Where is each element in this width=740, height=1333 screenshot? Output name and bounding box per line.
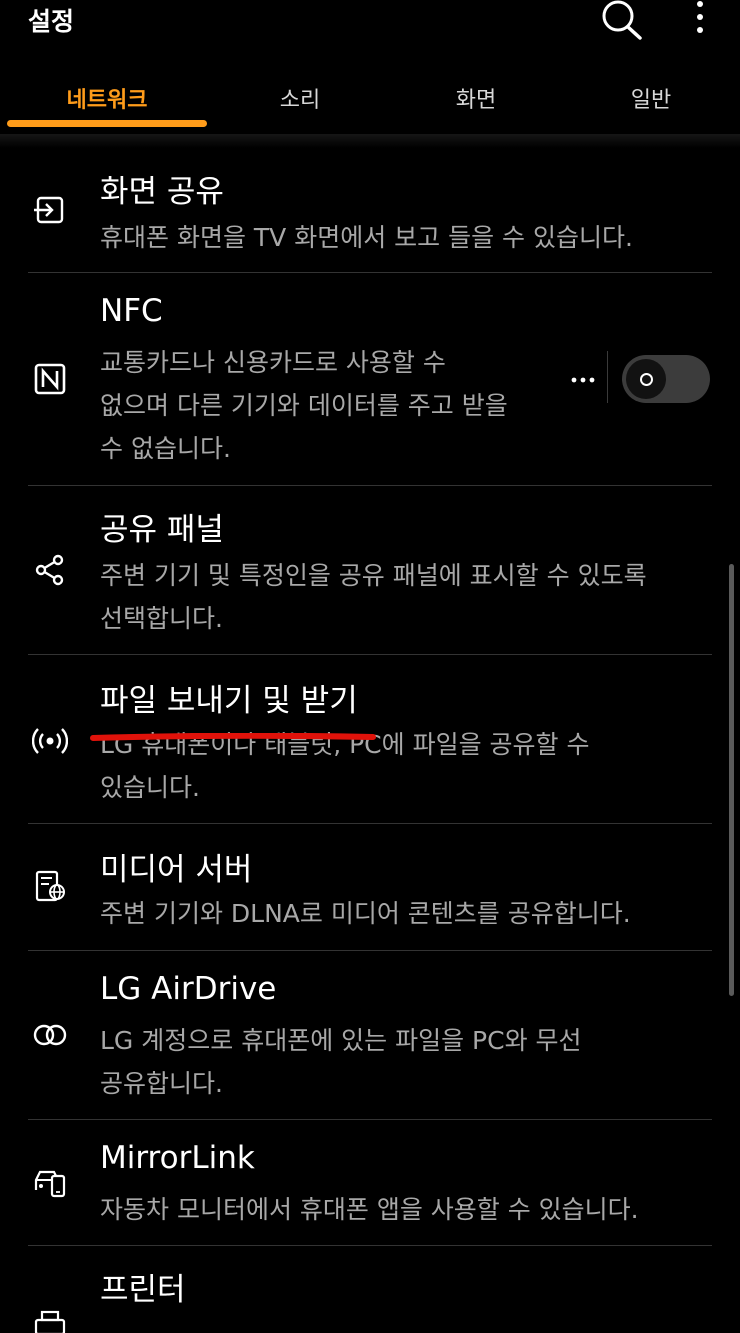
media-server-icon xyxy=(32,868,68,904)
list-item-mirrorlink[interactable]: MirrorLink 자동차 모니터에서 휴대폰 앱을 사용할 수 있습니다. xyxy=(0,1120,740,1245)
red-annotation-underline xyxy=(90,727,376,741)
list-item-nfc[interactable]: NFC 교통카드나 신용카드로 사용할 수 없으며 다른 기기와 데이터를 주고… xyxy=(0,273,740,485)
more-vert-icon[interactable] xyxy=(686,0,714,40)
app-bar: 설정 xyxy=(0,0,740,60)
screen-share-icon xyxy=(32,192,68,228)
wireless-broadcast-icon xyxy=(31,723,69,759)
item-title: 프린터 xyxy=(100,1272,186,1308)
item-desc: 선택합니다. xyxy=(100,604,223,633)
item-desc: 있습니다. xyxy=(100,773,200,802)
item-title: 파일 보내기 및 받기 xyxy=(100,683,358,719)
nfc-switch-area xyxy=(560,351,720,411)
car-phone-icon xyxy=(32,1164,68,1200)
item-title: 화면 공유 xyxy=(100,174,224,210)
item-desc: 자동차 모니터에서 휴대폰 앱을 사용할 수 있습니다. xyxy=(100,1195,639,1224)
tab-network[interactable]: 네트워크 xyxy=(17,82,197,114)
switch-separator xyxy=(607,351,608,403)
nfc-toggle[interactable] xyxy=(622,355,710,403)
item-title: 공유 패널 xyxy=(100,512,224,548)
list-item-lg-airdrive[interactable]: LG AirDrive LG 계정으로 휴대폰에 있는 파일을 PC와 무선 공… xyxy=(0,951,740,1119)
item-desc: 주변 기기와 DLNA로 미디어 콘텐츠를 공유합니다. xyxy=(100,899,631,928)
list-item-printer[interactable]: 프린터 xyxy=(0,1246,740,1333)
item-title: NFC xyxy=(100,293,163,329)
item-desc: 주변 기기 및 특정인을 공유 패널에 표시할 수 있도록 xyxy=(100,561,647,590)
printer-icon xyxy=(32,1310,68,1333)
scrollbar[interactable] xyxy=(729,564,734,996)
item-title: LG AirDrive xyxy=(100,971,277,1007)
item-desc: LG 계정으로 휴대폰에 있는 파일을 PC와 무선 xyxy=(100,1026,582,1055)
list-item-screen-share[interactable]: 화면 공유 휴대폰 화면을 TV 화면에서 보고 들을 수 있습니다. xyxy=(0,148,740,272)
tab-sound[interactable]: 소리 xyxy=(210,82,390,114)
tab-general[interactable]: 일반 xyxy=(561,82,740,114)
page-title: 설정 xyxy=(28,7,75,36)
item-title: MirrorLink xyxy=(100,1140,255,1176)
active-tab-indicator xyxy=(7,120,207,127)
item-desc: 없으며 다른 기기와 데이터를 주고 받을 xyxy=(100,391,508,420)
tab-display[interactable]: 화면 xyxy=(386,82,566,114)
item-title: 미디어 서버 xyxy=(100,852,253,888)
tab-bar: 네트워크 소리 화면 일반 xyxy=(0,70,740,134)
more-horiz-icon[interactable] xyxy=(570,365,596,395)
share-icon xyxy=(32,552,68,588)
search-icon[interactable] xyxy=(598,0,646,40)
list-item-share-panel[interactable]: 공유 패널 주변 기기 및 특정인을 공유 패널에 표시할 수 있도록 선택합니… xyxy=(0,486,740,654)
airdrive-rings-icon xyxy=(32,1017,68,1053)
list-item-media-server[interactable]: 미디어 서버 주변 기기와 DLNA로 미디어 콘텐츠를 공유합니다. xyxy=(0,824,740,950)
toggle-knob xyxy=(626,359,666,399)
item-desc: 수 없습니다. xyxy=(100,434,231,463)
nfc-icon xyxy=(32,361,68,397)
tab-bar-shadow xyxy=(0,134,740,148)
item-desc: 휴대폰 화면을 TV 화면에서 보고 들을 수 있습니다. xyxy=(100,223,633,252)
item-desc: 교통카드나 신용카드로 사용할 수 xyxy=(100,348,446,377)
item-desc: 공유합니다. xyxy=(100,1069,223,1098)
